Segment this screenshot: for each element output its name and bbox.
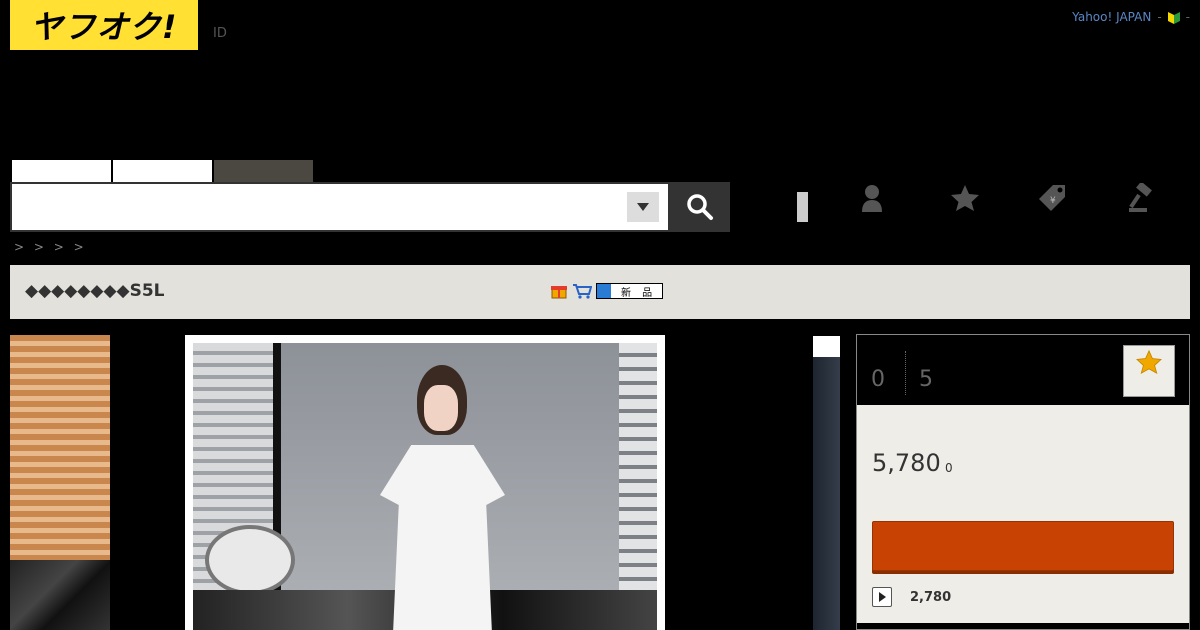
svg-text:¥: ¥	[1050, 196, 1056, 206]
search-tabs	[11, 159, 314, 183]
search-button[interactable]	[669, 182, 730, 232]
price-tag-icon: ¥	[1039, 185, 1065, 211]
search-box	[10, 182, 670, 232]
time-left: 5	[919, 367, 933, 392]
new-badge-mark	[597, 284, 611, 298]
beginner-mark-icon[interactable]	[1167, 10, 1180, 24]
item-title-bar: ◆◆◆◆◆◆◆◆S5L 新 品	[10, 265, 1190, 319]
category-dropdown-button[interactable]	[627, 192, 659, 222]
next-image-thumbnail[interactable]	[813, 357, 840, 630]
search-icon	[686, 194, 713, 220]
new-item-badge: 新 品	[596, 283, 664, 299]
new-badge-text: 新 品	[621, 287, 657, 299]
item-title: ◆◆◆◆◆◆◆◆S5L	[25, 281, 165, 301]
buy-now-toggle[interactable]	[872, 587, 892, 607]
bid-button[interactable]	[872, 521, 1174, 571]
watch-button[interactable]	[1123, 345, 1175, 397]
buy-now-row: 2,780	[872, 587, 951, 607]
star-icon	[1136, 350, 1162, 374]
main-product-image[interactable]	[185, 335, 665, 630]
gift-icon	[551, 286, 567, 299]
photo-bathtub	[205, 525, 295, 595]
yahoo-japan-link[interactable]: Yahoo! JAPAN	[1072, 10, 1151, 24]
nav-sell[interactable]: ¥	[1030, 178, 1074, 218]
search-tab-1[interactable]	[11, 159, 112, 183]
photo-model-white-dress	[380, 445, 505, 630]
header-id-label[interactable]: ID	[213, 26, 227, 41]
item-badges: 新 品	[550, 283, 664, 299]
yahuoku-logo[interactable]: ヤフオク!	[10, 0, 198, 50]
nav-indicator-bar	[797, 192, 808, 222]
nav-watchlist[interactable]	[943, 178, 987, 218]
thumbnail-floor	[10, 560, 110, 630]
bid-count: 0	[871, 367, 885, 392]
current-price: 5,780	[872, 449, 941, 477]
header-separator: -	[1157, 10, 1162, 24]
header-separator-2: -	[1185, 10, 1190, 24]
bid-divider	[905, 351, 906, 395]
star-icon	[951, 185, 979, 211]
nav-mypage[interactable]	[850, 178, 894, 218]
previous-image-thumbnail[interactable]	[10, 335, 110, 630]
nav-auction[interactable]	[1120, 178, 1164, 218]
header-right-links: Yahoo! JAPAN - -	[1072, 10, 1190, 24]
price-suffix: 0	[945, 461, 953, 475]
shopping-cart-icon	[573, 284, 592, 299]
bid-status-bar: 0 5	[857, 335, 1189, 405]
bid-panel: 0 5 5,780 0 2,780	[856, 334, 1190, 630]
bid-panel-bottom	[857, 623, 1189, 629]
photo-model-face	[424, 385, 458, 431]
search-tab-3[interactable]	[213, 159, 314, 183]
buy-now-price: 2,780	[910, 589, 952, 605]
search-tab-2[interactable]	[112, 159, 213, 183]
next-image-tab[interactable]	[813, 336, 840, 357]
gavel-icon	[1129, 183, 1152, 212]
breadcrumb[interactable]: > > > >	[14, 240, 87, 254]
photo-blind-right	[619, 343, 657, 630]
user-icon	[862, 185, 882, 212]
logo-text: ヤフオク!	[30, 8, 178, 46]
triangle-down-icon	[637, 203, 649, 211]
play-icon	[879, 592, 886, 602]
search-input[interactable]	[12, 184, 622, 230]
